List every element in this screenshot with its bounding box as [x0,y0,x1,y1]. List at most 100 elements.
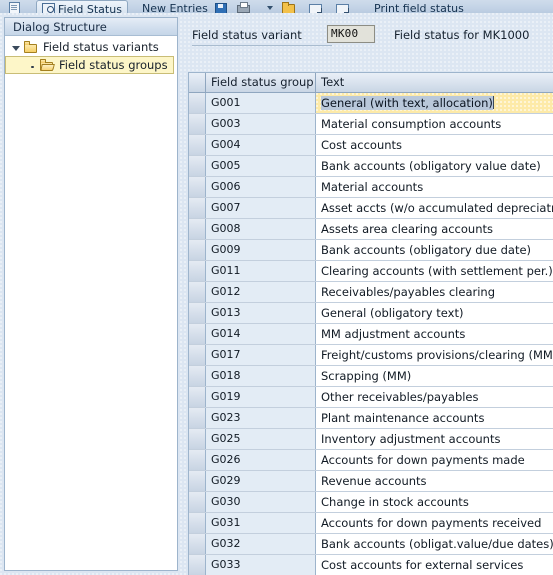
cell-text[interactable]: General (with text, allocation) [316,93,553,113]
cell-field-status-group[interactable]: G008 [206,219,316,239]
row-selector-cell[interactable] [189,492,206,512]
table-row[interactable]: G004 Cost accounts [189,135,553,156]
column-header-selector[interactable] [189,73,206,92]
cell-field-status-group[interactable]: G007 [206,198,316,218]
variant-input[interactable]: MK00 [327,25,375,43]
cell-text[interactable]: Accounts for down payments received [316,513,553,533]
toolbar-save-button[interactable] [212,0,229,13]
cell-field-status-group[interactable]: G026 [206,450,316,470]
cell-field-status-group[interactable]: G011 [206,261,316,281]
cell-text[interactable]: Bank accounts (obligatory value date) [316,156,553,176]
table-row[interactable]: G030 Change in stock accounts [189,492,553,513]
cell-text[interactable]: Change in stock accounts [316,492,553,512]
cell-field-status-group[interactable]: G006 [206,177,316,197]
cell-field-status-group[interactable]: G019 [206,387,316,407]
table-row[interactable]: G019 Other receivables/payables [189,387,553,408]
cell-text[interactable]: Clearing accounts (with settlement per.) [316,261,553,281]
row-selector-cell[interactable] [189,282,206,302]
cell-text[interactable]: Cost accounts [316,135,553,155]
table-row[interactable]: G003 Material consumption accounts [189,114,553,135]
toolbar-doc-button[interactable] [6,0,23,13]
toolbar-print-field-status-button[interactable]: Print field status [372,0,466,14]
row-selector-cell[interactable] [189,324,206,344]
row-selector-cell[interactable] [189,198,206,218]
table-row[interactable]: G033 Cost accounts for external services [189,555,553,575]
cell-text[interactable]: Inventory adjustment accounts [316,429,553,449]
row-selector-cell[interactable] [189,387,206,407]
cell-text[interactable]: Material consumption accounts [316,114,553,134]
toolbar-card-button-1[interactable] [307,0,324,13]
row-selector-cell[interactable] [189,156,206,176]
cell-text[interactable]: Material accounts [316,177,553,197]
cell-field-status-group[interactable]: G025 [206,429,316,449]
table-row[interactable]: G023 Plant maintenance accounts [189,408,553,429]
cell-field-status-group[interactable]: G014 [206,324,316,344]
table-row[interactable]: G013 General (obligatory text) [189,303,553,324]
table-row[interactable]: G031 Accounts for down payments received [189,513,553,534]
cell-text[interactable]: Cost accounts for external services [316,555,553,575]
table-row[interactable]: G011 Clearing accounts (with settlement p… [189,261,553,282]
cell-field-status-group[interactable]: G018 [206,366,316,386]
row-selector-cell[interactable] [189,261,206,281]
cell-text[interactable]: General (obligatory text) [316,303,553,323]
cell-text[interactable]: Plant maintenance accounts [316,408,553,428]
cell-field-status-group[interactable]: G001 [206,93,316,113]
toolbar-more-button[interactable] [262,0,279,13]
table-row[interactable]: G012 Receivables/payables clearing [189,282,553,303]
table-row[interactable]: G008 Assets area clearing accounts [189,219,553,240]
toolbar-field-status-button[interactable]: Field Status [36,0,128,13]
cell-field-status-group[interactable]: G003 [206,114,316,134]
cell-text[interactable]: Freight/customs provisions/clearing (MM) [316,345,553,365]
row-selector-cell[interactable] [189,471,206,491]
toolbar-new-entries-button[interactable]: New Entries [140,0,210,14]
row-selector-cell[interactable] [189,513,206,533]
cell-field-status-group[interactable]: G030 [206,492,316,512]
row-selector-cell[interactable] [189,534,206,554]
cell-text[interactable]: Receivables/payables clearing [316,282,553,302]
cell-text[interactable]: Revenue accounts [316,471,553,491]
toolbar-copy-button[interactable] [235,0,252,13]
tree-item-field-status-variants[interactable]: Field status variants [5,38,177,56]
table-row[interactable]: G009 Bank accounts (obligatory due date) [189,240,553,261]
table-row[interactable]: G007 Asset accts (w/o accumulated depreci… [189,198,553,219]
cell-text[interactable]: Asset accts (w/o accumulated depreciatn) [316,198,553,218]
table-row[interactable]: G014 MM adjustment accounts [189,324,553,345]
row-selector-cell[interactable] [189,450,206,470]
cell-field-status-group[interactable]: G017 [206,345,316,365]
tree-item-field-status-groups[interactable]: Field status groups [5,56,174,74]
cell-field-status-group[interactable]: G029 [206,471,316,491]
row-selector-cell[interactable] [189,429,206,449]
row-selector-cell[interactable] [189,219,206,239]
table-row[interactable]: G025 Inventory adjustment accounts [189,429,553,450]
cell-field-status-group[interactable]: G012 [206,282,316,302]
table-row[interactable]: G017 Freight/customs provisions/clearing … [189,345,553,366]
cell-field-status-group[interactable]: G032 [206,534,316,554]
table-row[interactable]: G032 Bank accounts (obligat.value/due dat… [189,534,553,555]
column-header-text[interactable]: Text [316,73,553,92]
table-row[interactable]: G018 Scrapping (MM) [189,366,553,387]
table-row[interactable]: G026 Accounts for down payments made [189,450,553,471]
table-row[interactable]: G001 General (with text, allocation) [189,93,553,114]
cell-field-status-group[interactable]: G009 [206,240,316,260]
expander-triangle-icon[interactable] [11,42,22,53]
row-selector-cell[interactable] [189,345,206,365]
cell-text[interactable]: Bank accounts (obligat.value/due dates) [316,534,553,554]
cell-field-status-group[interactable]: G004 [206,135,316,155]
row-selector-cell[interactable] [189,114,206,134]
row-selector-cell[interactable] [189,177,206,197]
cell-field-status-group[interactable]: G031 [206,513,316,533]
row-selector-cell[interactable] [189,555,206,575]
table-row[interactable]: G029 Revenue accounts [189,471,553,492]
row-selector-cell[interactable] [189,93,206,113]
toolbar-folder-button[interactable] [280,0,297,13]
table-row[interactable]: G006 Material accounts [189,177,553,198]
row-selector-cell[interactable] [189,366,206,386]
cell-text[interactable]: Other receivables/payables [316,387,553,407]
cell-text[interactable]: Bank accounts (obligatory due date) [316,240,553,260]
row-selector-cell[interactable] [189,303,206,323]
cell-text[interactable]: Assets area clearing accounts [316,219,553,239]
table-row[interactable]: G005 Bank accounts (obligatory value date… [189,156,553,177]
cell-text[interactable]: Accounts for down payments made [316,450,553,470]
cell-field-status-group[interactable]: G033 [206,555,316,575]
row-selector-cell[interactable] [189,135,206,155]
